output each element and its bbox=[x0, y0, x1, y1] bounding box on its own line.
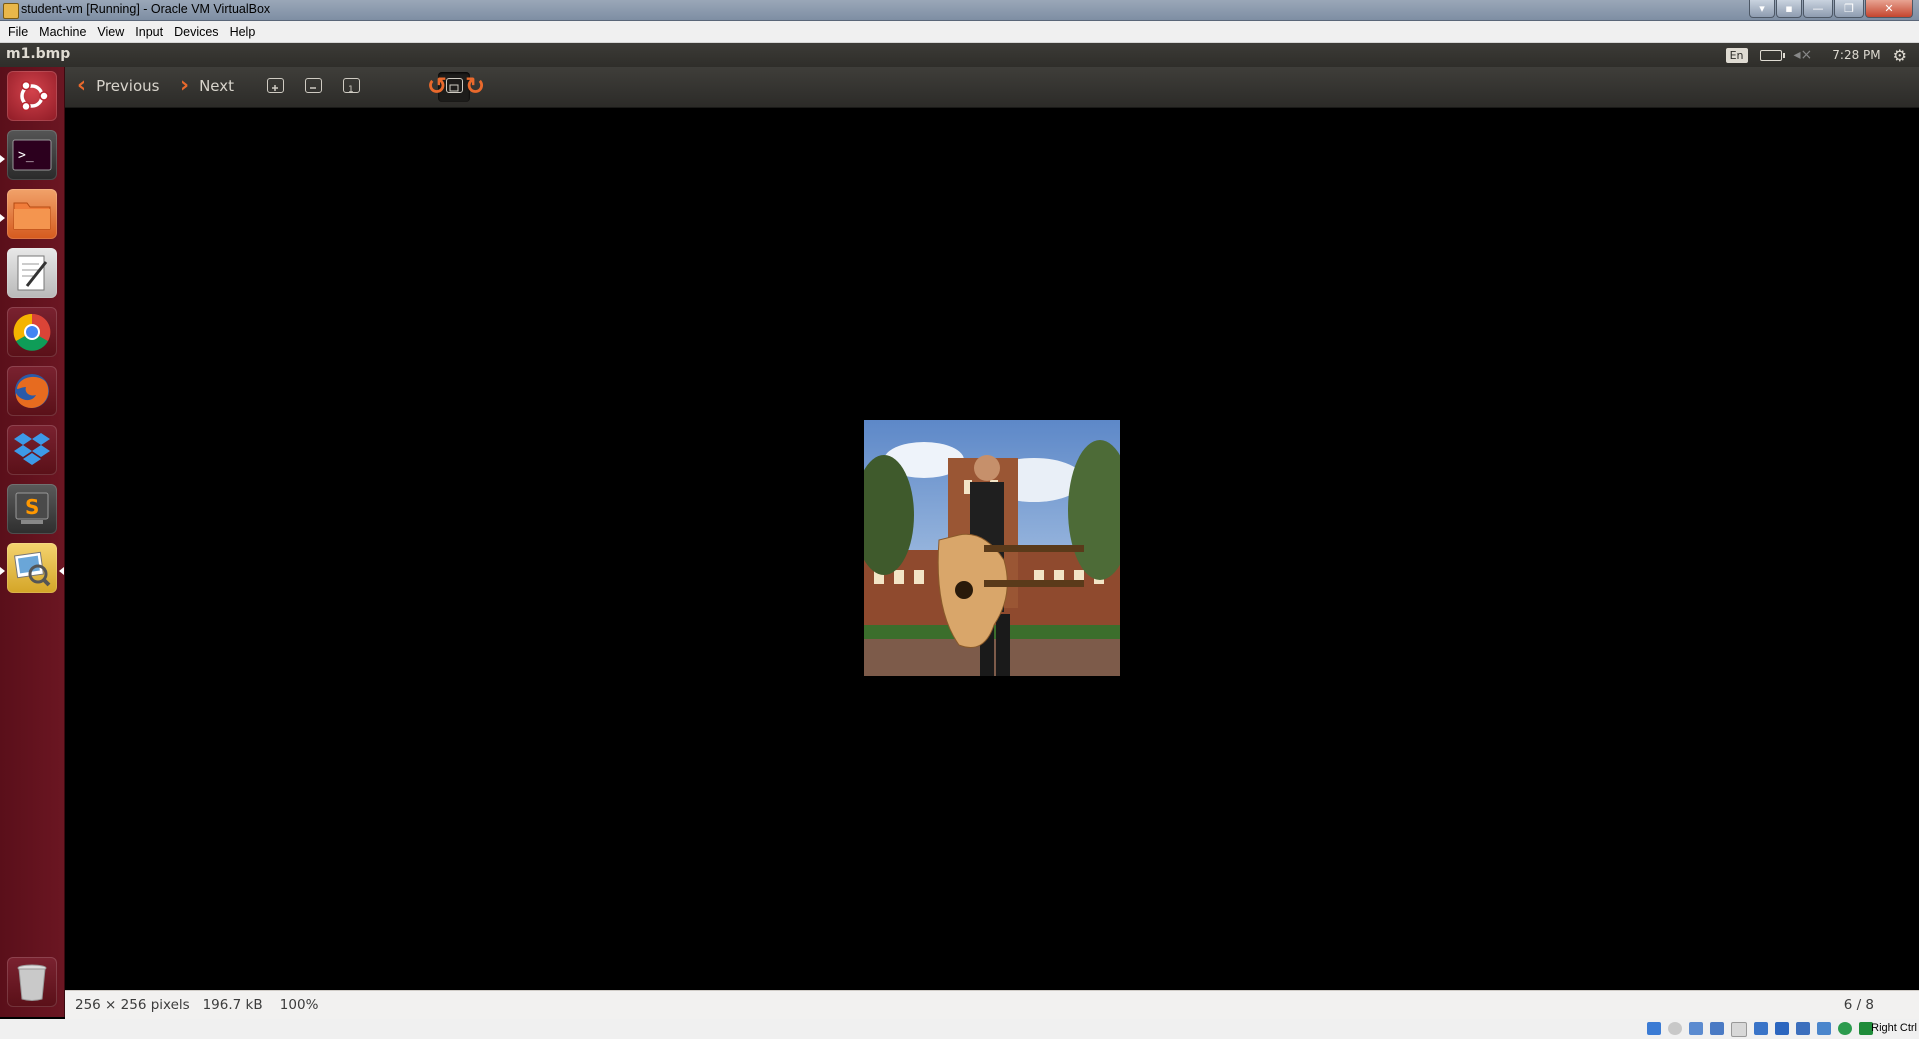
display-icon[interactable] bbox=[1775, 1022, 1789, 1035]
image-canvas[interactable] bbox=[65, 108, 1919, 990]
launcher-text-editor[interactable] bbox=[7, 248, 57, 298]
launcher-trash[interactable] bbox=[7, 957, 57, 1007]
image-filesize: 196.7 kB bbox=[202, 997, 263, 1013]
rotate-right-icon: ↻ bbox=[465, 72, 486, 100]
vbox-menubar: File Machine View Input Devices Help bbox=[0, 21, 1919, 43]
chevron-left-icon: ‹ bbox=[77, 73, 87, 98]
audio-icon[interactable] bbox=[1689, 1022, 1703, 1035]
window-title: student-vm [Running] - Oracle VM Virtual… bbox=[21, 2, 271, 16]
menu-devices[interactable]: Devices bbox=[174, 25, 218, 39]
pin-button[interactable]: ▾ bbox=[1749, 0, 1775, 18]
rotate-left-button[interactable]: ↺ bbox=[427, 72, 447, 100]
menu-help[interactable]: Help bbox=[230, 25, 256, 39]
previous-label: Previous bbox=[96, 77, 160, 95]
guest-additions-icon[interactable] bbox=[1838, 1022, 1852, 1035]
zoom-out-icon bbox=[310, 87, 316, 89]
image-viewer-statusbar: 256 × 256 pixels 196.7 kB 100% 6 / 8 bbox=[65, 990, 1919, 1020]
rotate-left-icon: ↺ bbox=[427, 72, 448, 100]
battery-icon[interactable] bbox=[1759, 49, 1785, 61]
close-button[interactable]: ✕ bbox=[1865, 0, 1913, 18]
menu-file[interactable]: File bbox=[8, 25, 28, 39]
launcher-files[interactable] bbox=[7, 189, 57, 239]
vbox-statusbar: Right Ctrl bbox=[0, 1019, 1919, 1039]
launcher-dropbox[interactable] bbox=[7, 425, 57, 475]
launcher-firefox[interactable] bbox=[7, 366, 57, 416]
folder-icon bbox=[13, 202, 51, 230]
launcher-terminal[interactable]: >_ bbox=[7, 130, 57, 180]
rotate-right-button[interactable]: ↻ bbox=[465, 72, 485, 100]
running-indicator bbox=[0, 155, 5, 163]
zoom-in-button[interactable] bbox=[267, 78, 284, 93]
running-indicator bbox=[0, 567, 5, 575]
launcher-chrome[interactable] bbox=[7, 307, 57, 357]
virtualbox-icon bbox=[3, 3, 19, 19]
unity-launcher: >_ S bbox=[0, 67, 65, 1017]
image-viewer-icon bbox=[14, 551, 51, 587]
ubuntu-logo-icon bbox=[20, 80, 49, 112]
active-window-title: m1.bmp bbox=[6, 46, 71, 62]
normal-size-button[interactable]: 1 bbox=[343, 78, 360, 95]
svg-text:1: 1 bbox=[348, 85, 354, 94]
best-fit-icon bbox=[446, 78, 463, 93]
focused-indicator bbox=[59, 567, 64, 575]
next-label: Next bbox=[199, 77, 235, 95]
chrome-icon bbox=[13, 313, 51, 351]
minimize-button[interactable]: — bbox=[1803, 0, 1833, 18]
running-indicator bbox=[0, 214, 5, 222]
normal-size-icon: 1 bbox=[348, 85, 354, 95]
image-viewer-toolbar: ‹ Previous › Next 1 ↺ ↻ bbox=[65, 67, 1919, 108]
dropbox-icon bbox=[14, 433, 50, 465]
launcher-image-viewer[interactable] bbox=[7, 543, 57, 593]
ubuntu-top-panel: m1.bmp En ◂× 7:28 PM ⚙ bbox=[0, 43, 1919, 67]
shared-folders-icon[interactable] bbox=[1754, 1022, 1768, 1035]
menu-view[interactable]: View bbox=[97, 25, 124, 39]
menu-machine[interactable]: Machine bbox=[39, 25, 86, 39]
volume-muted-icon[interactable]: ◂× bbox=[1794, 47, 1813, 63]
image-position: 6 / 8 bbox=[1843, 997, 1874, 1013]
virtualization-icon[interactable] bbox=[1817, 1022, 1831, 1035]
svg-text:S: S bbox=[25, 495, 39, 519]
clock[interactable]: 7:28 PM bbox=[1832, 48, 1880, 62]
displayed-image bbox=[864, 420, 1120, 676]
keyboard-layout-indicator[interactable]: En bbox=[1725, 47, 1748, 63]
video-capture-icon[interactable] bbox=[1796, 1022, 1810, 1035]
restore-button[interactable]: ❐ bbox=[1834, 0, 1864, 18]
usb-icon[interactable] bbox=[1731, 1022, 1747, 1037]
optical-drive-icon[interactable] bbox=[1668, 1022, 1682, 1035]
chevron-right-icon: › bbox=[180, 73, 190, 98]
trash-icon bbox=[17, 964, 47, 1001]
launcher-dash-home[interactable] bbox=[7, 71, 57, 121]
previous-button[interactable]: ‹ Previous bbox=[77, 73, 160, 98]
firefox-icon bbox=[15, 374, 49, 408]
host-key-label: Right Ctrl bbox=[1871, 1022, 1917, 1034]
text-editor-icon bbox=[17, 255, 48, 291]
network-icon[interactable] bbox=[1710, 1022, 1724, 1035]
zoom-out-button[interactable] bbox=[305, 78, 322, 93]
zoom-in-icon bbox=[272, 85, 278, 91]
zoom-level: 100% bbox=[279, 997, 319, 1013]
host-window-titlebar: student-vm [Running] - Oracle VM Virtual… bbox=[0, 0, 1919, 21]
dock-button[interactable]: ▪ bbox=[1776, 0, 1802, 18]
image-dimensions: 256 × 256 pixels bbox=[75, 997, 190, 1013]
hard-disk-icon[interactable] bbox=[1647, 1022, 1661, 1035]
next-button[interactable]: › Next bbox=[180, 73, 235, 98]
launcher-sublime-text[interactable]: S bbox=[7, 484, 57, 534]
terminal-icon: >_ bbox=[12, 139, 52, 171]
menu-input[interactable]: Input bbox=[135, 25, 163, 39]
gear-icon[interactable]: ⚙ bbox=[1893, 46, 1907, 65]
svg-text:>_: >_ bbox=[18, 148, 34, 163]
sublime-text-icon: S bbox=[15, 492, 49, 524]
